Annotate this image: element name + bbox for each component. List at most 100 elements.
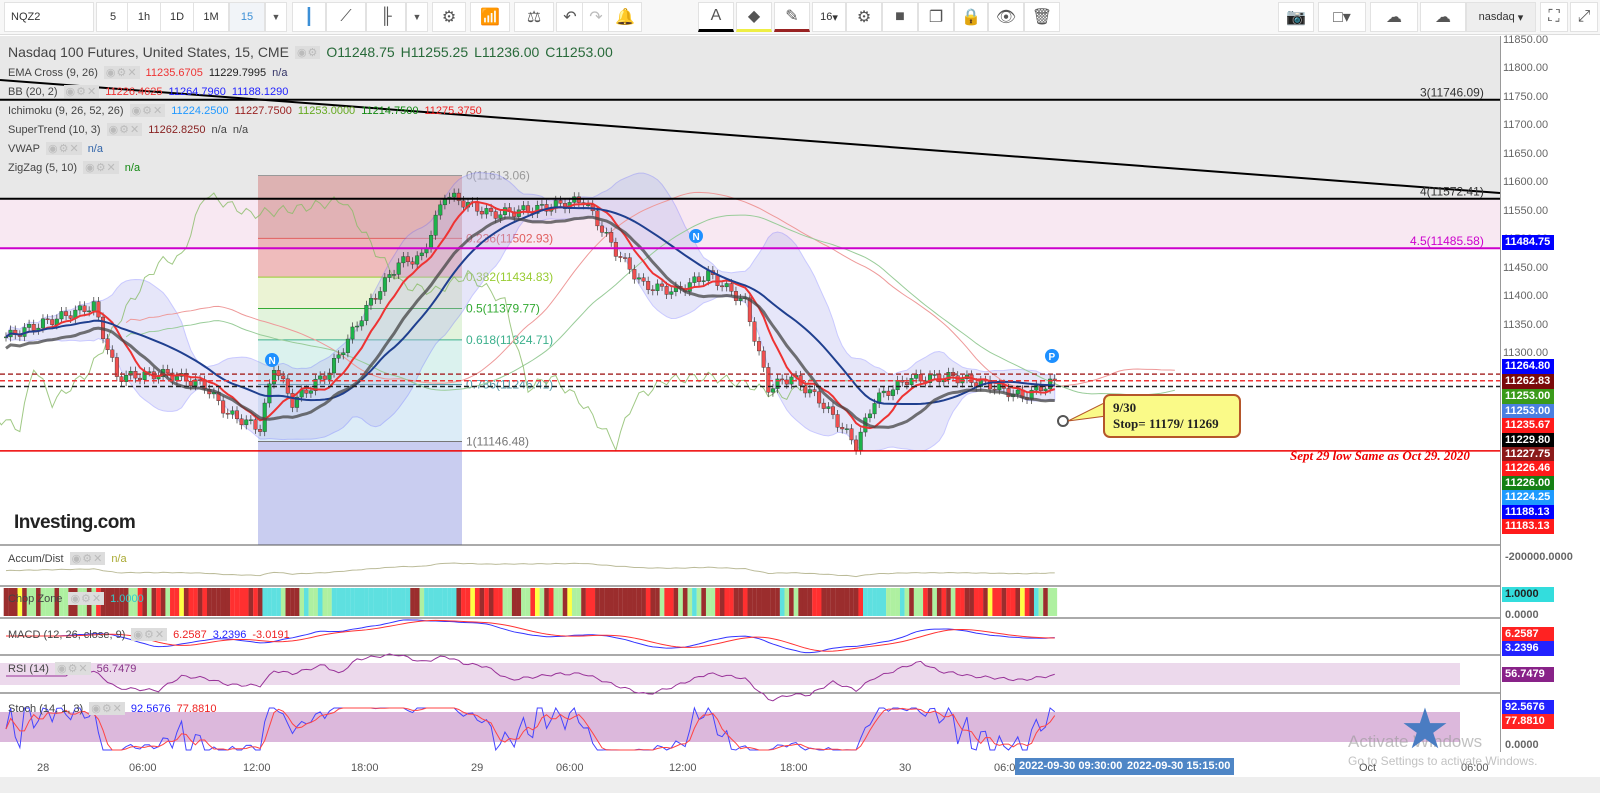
chop-zone-bar xyxy=(789,588,794,616)
chop-zone-bar xyxy=(733,588,739,616)
candle-up xyxy=(872,403,877,415)
macd-v3: -3.0191 xyxy=(252,628,290,641)
redo-icon[interactable]: ↷ xyxy=(582,2,610,32)
layout-name: nasdaq xyxy=(1478,11,1515,23)
compare-icon[interactable]: ⚖ xyxy=(514,2,554,32)
candle-up xyxy=(539,204,544,206)
chop-zone-bar xyxy=(867,588,873,616)
chop-zone-bar xyxy=(581,588,586,616)
chop-zone-bar xyxy=(895,588,901,616)
expand-icon[interactable]: ⤢ xyxy=(1570,2,1598,32)
chop-zone-bar xyxy=(331,588,337,616)
stop-note[interactable]: 9/30 Stop= 11179/ 11269 xyxy=(1103,394,1241,438)
symbol-input[interactable]: NQZ2 xyxy=(4,2,94,32)
chop-zone-bar xyxy=(913,588,919,616)
style-icon[interactable]: ■ xyxy=(882,2,918,32)
fullscreen-icon[interactable]: ⛶ xyxy=(1540,2,1568,32)
candle-up xyxy=(867,413,872,419)
chop-zone-bar xyxy=(1015,588,1021,616)
cloud-upload-icon[interactable]: ☁ xyxy=(1420,2,1466,32)
chop-zone-bar xyxy=(1024,588,1030,616)
candle-down xyxy=(281,375,286,380)
stoch-legend-buttons[interactable]: ◉⚙✕ xyxy=(89,702,125,715)
trash-icon[interactable]: 🗑 xyxy=(1024,2,1060,32)
interval-dropdown-icon[interactable]: ▼ xyxy=(265,2,287,32)
indicator-buttons[interactable]: ◉⚙✕ xyxy=(46,142,82,155)
pen-icon[interactable]: ✎ xyxy=(774,2,810,32)
star-icon[interactable]: ★ xyxy=(1394,700,1456,758)
bottom-scrollbar[interactable] xyxy=(0,777,1600,793)
indicator-name: VWAP xyxy=(8,142,40,155)
indicator-buttons[interactable]: ◉⚙✕ xyxy=(129,104,166,117)
clone-icon[interactable]: ❐ xyxy=(918,2,954,32)
indicators-icon[interactable]: 📶 xyxy=(470,2,510,32)
pane-axis-value: 56.7479 xyxy=(1502,667,1554,682)
chop-zone-bar xyxy=(793,588,799,616)
candle-up xyxy=(248,419,253,421)
chop-zone-bar xyxy=(498,588,503,616)
bar-type-icon[interactable]: ╟ xyxy=(366,2,406,32)
eye-icon[interactable]: 👁 xyxy=(988,2,1024,32)
fill-icon[interactable]: ◆ xyxy=(736,2,772,32)
chop-zone-bar xyxy=(484,588,489,616)
candle-up xyxy=(387,274,392,278)
cloud-download-icon[interactable]: ☁ xyxy=(1370,2,1418,32)
layout-select[interactable]: nasdaq ▾ xyxy=(1466,2,1536,32)
interval-15[interactable]: 15 xyxy=(229,2,265,32)
alert-icon[interactable]: 🔔 xyxy=(608,2,642,32)
indicator-buttons[interactable]: ◉⚙✕ xyxy=(63,85,100,98)
text-color-icon[interactable]: A xyxy=(698,2,734,32)
font-size-select[interactable]: 16 ▾ xyxy=(812,2,846,32)
chop-zone-bar xyxy=(932,588,938,616)
chop-zone-bar xyxy=(627,588,633,616)
chop-zone-bar xyxy=(687,588,693,616)
indicator-value: n/a xyxy=(124,161,141,174)
candle-down xyxy=(830,406,835,415)
chop-zone-bar xyxy=(987,588,993,616)
macd-legend-buttons[interactable]: ◉⚙✕ xyxy=(131,628,168,641)
accum-legend-buttons[interactable]: ◉⚙✕ xyxy=(69,552,106,565)
line-chart-icon[interactable]: ⟋ xyxy=(326,2,366,32)
candles-icon[interactable]: ┃ xyxy=(292,2,326,32)
pane-axis-value: 0.0000 xyxy=(1502,738,1554,753)
chop-zone-bar xyxy=(1047,588,1053,616)
indicator-buttons[interactable]: ◉⚙✕ xyxy=(103,66,140,79)
price-tag: 11235.67 xyxy=(1502,418,1554,433)
settings-icon[interactable]: ⚙ xyxy=(846,2,882,32)
candle-up xyxy=(308,390,313,394)
chart-canvas[interactable]: 0(11613.06)0.236(11502.93)0.382(11434.83… xyxy=(0,36,1500,752)
chop-zone-bar xyxy=(146,588,152,616)
rsi-legend-buttons[interactable]: ◉⚙✕ xyxy=(54,662,91,675)
interval-1m[interactable]: 1M xyxy=(193,2,229,32)
chop-legend-buttons[interactable]: ◉⚙✕ xyxy=(68,592,105,605)
legend-buttons[interactable]: ◉⚙ xyxy=(294,45,321,59)
camera-icon[interactable]: 📷 xyxy=(1278,2,1314,32)
candle-down xyxy=(105,338,110,351)
fib-level-label: 0.5(11379.77) xyxy=(466,302,540,316)
interval-1h[interactable]: 1h xyxy=(127,2,161,32)
chop-zone-bar xyxy=(747,588,753,616)
indicator-buttons[interactable]: ◉⚙✕ xyxy=(106,123,143,136)
chop-zone-bar xyxy=(590,588,596,616)
candle-up xyxy=(932,374,937,376)
gear-icon[interactable]: ⚙ xyxy=(432,2,466,32)
resistance-zone xyxy=(0,36,1500,199)
price-axis[interactable]: 11850.00 11800.00 11750.00 11700.00 11650.00… xyxy=(1500,34,1600,753)
interval-5[interactable]: 5 xyxy=(96,2,130,32)
theme-icon[interactable]: □▾ xyxy=(1318,2,1366,32)
candle-down xyxy=(900,380,905,383)
indicator-buttons[interactable]: ◉⚙✕ xyxy=(83,161,119,174)
candle-up xyxy=(452,192,457,198)
interval-1d[interactable]: 1D xyxy=(160,2,194,32)
chop-zone-bar xyxy=(377,588,383,616)
lock-icon[interactable]: 🔒 xyxy=(954,2,988,32)
candle-up xyxy=(604,231,609,234)
candle-up xyxy=(355,325,360,328)
dropdown-icon[interactable]: ▼ xyxy=(406,2,428,32)
candle-down xyxy=(613,242,618,257)
chop-zone-bar xyxy=(410,588,415,616)
candle-down xyxy=(234,410,239,420)
chop-zone-bar xyxy=(955,588,961,616)
undo-icon[interactable]: ↶ xyxy=(556,2,584,32)
candle-up xyxy=(636,277,641,280)
